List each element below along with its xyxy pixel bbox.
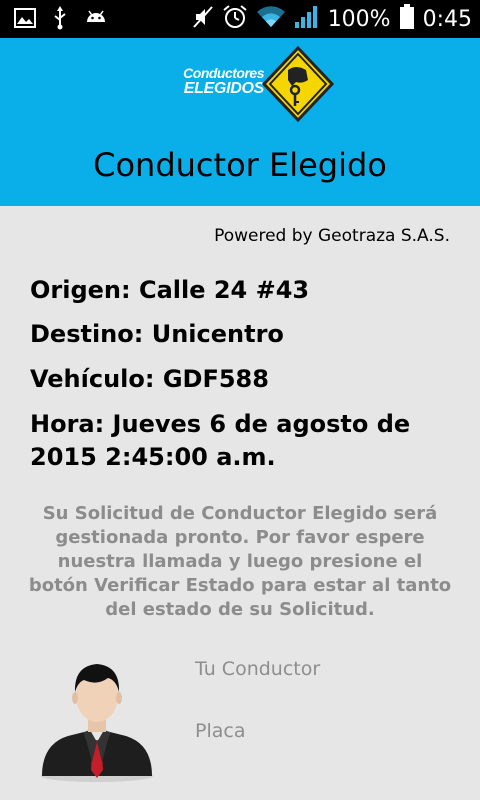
logo-line-2: ELEGIDOS — [183, 80, 265, 97]
driver-name-label: Tu Conductor — [195, 658, 321, 680]
vehicle-label: Vehículo: GDF588 — [30, 365, 269, 393]
image-icon — [14, 8, 36, 33]
plate-label: Placa — [195, 720, 246, 742]
destination-label: Destino: Unicentro — [30, 320, 284, 348]
time-label: Hora: Jueves 6 de agosto de 2015 2:45:00… — [30, 410, 411, 471]
mute-icon — [192, 5, 214, 34]
wifi-icon — [256, 5, 286, 34]
android-icon — [84, 8, 108, 33]
businessman-avatar-icon — [41, 664, 153, 782]
battery-icon — [399, 4, 415, 35]
conductores-elegidos-logo: Conductores ELEGIDOS — [168, 46, 334, 122]
signal-icon — [294, 5, 320, 34]
alarm-icon — [222, 4, 248, 35]
battery-percentage: 100% — [327, 7, 391, 32]
request-status-message: Su Solicitud de Conductor Elegido será g… — [28, 503, 452, 620]
origin-label: Origen: Calle 24 #43 — [30, 276, 310, 304]
powered-by-text: Powered by Geotraza S.A.S. — [214, 226, 450, 246]
clock: 0:45 — [422, 7, 472, 32]
logo-line-1: Conductores — [183, 65, 264, 81]
page-title: Conductor Elegido — [93, 146, 387, 184]
usb-icon — [52, 6, 68, 35]
status-bar: 100% 0:45 — [0, 0, 480, 38]
app-header: Conductores ELEGIDOS Conductor Elegido — [0, 38, 480, 206]
logo-text: Conductores ELEGIDOS — [168, 65, 265, 97]
key-sign-icon — [262, 46, 334, 122]
